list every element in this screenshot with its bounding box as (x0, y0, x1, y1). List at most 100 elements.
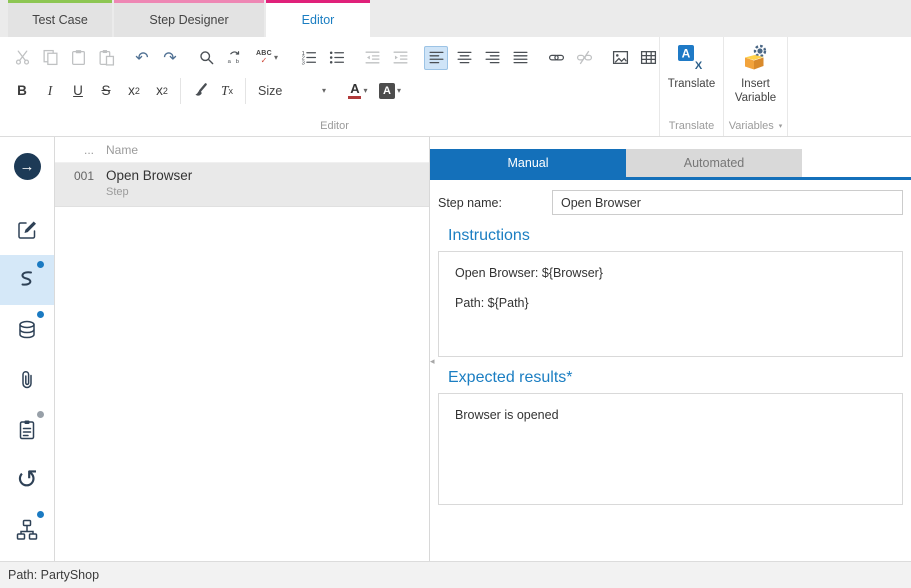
align-center-icon[interactable] (452, 46, 476, 70)
variables-group-label[interactable]: Variables▾ (724, 116, 787, 136)
left-icon-sidebar: → ↺ (0, 137, 55, 561)
sidebar-item-go-to[interactable]: → (0, 141, 54, 191)
sidebar-item-test-data[interactable] (0, 305, 54, 355)
sidebar-item-checklist[interactable] (0, 405, 54, 455)
expected-results-editor[interactable]: Browser is opened (438, 393, 903, 505)
tab-underline (430, 177, 911, 180)
instructions-line: Path: ${Path} (455, 296, 886, 310)
editor-ribbon-group: ↶ ↷ ab ABC✓ ▾ 123 (0, 37, 660, 136)
notification-dot (37, 511, 44, 518)
increase-indent-icon[interactable] (388, 46, 412, 70)
svg-text:A: A (682, 47, 691, 61)
path-text: Path: PartyShop (8, 568, 99, 582)
subscript-icon[interactable]: x2 (122, 79, 146, 103)
tab-test-case[interactable]: Test Case (8, 0, 112, 37)
replace-icon[interactable]: ab (222, 46, 246, 70)
step-name-label: Step name: (438, 196, 552, 210)
separator (245, 78, 246, 104)
translate-group: AX Translate Translate (660, 37, 724, 136)
bold-icon[interactable]: B (10, 79, 34, 103)
paste-icon[interactable] (66, 46, 90, 70)
undo-icon[interactable]: ↶ (130, 46, 154, 70)
steps-list-panel: ... Name 001 Open Browser Step (55, 137, 430, 561)
expected-results-line: Browser is opened (455, 408, 886, 422)
svg-text:b: b (235, 59, 238, 65)
remove-link-icon[interactable] (572, 46, 596, 70)
sidebar-item-edit[interactable] (0, 205, 54, 255)
bullet-list-icon[interactable] (324, 46, 348, 70)
database-icon (15, 318, 39, 342)
insert-link-icon[interactable] (544, 46, 568, 70)
steps-list-header: ... Name (55, 137, 429, 163)
sidebar-item-history[interactable]: ↺ (0, 455, 54, 505)
sidebar-item-test-steps[interactable] (0, 255, 54, 305)
fill-color-icon: A (379, 83, 395, 99)
insert-table-icon[interactable] (636, 46, 660, 70)
test-steps-icon (15, 268, 39, 292)
chevron-down-icon: ▾ (779, 122, 783, 130)
tab-manual[interactable]: Manual (430, 149, 626, 177)
clear-formatting-icon[interactable]: Tx (215, 79, 239, 103)
step-name-row: Step name: (438, 190, 903, 215)
notification-dot (37, 411, 44, 418)
tab-step-designer[interactable]: Step Designer (114, 0, 264, 37)
align-left-icon[interactable] (424, 46, 448, 70)
collapse-panel-handle[interactable]: ◂ (430, 349, 439, 373)
redo-icon[interactable]: ↷ (158, 46, 182, 70)
tab-automated[interactable]: Automated (626, 149, 802, 177)
paste-special-icon[interactable] (94, 46, 118, 70)
superscript-icon[interactable]: x2 (150, 79, 174, 103)
detail-tab-bar: Manual Automated (430, 149, 911, 177)
chevron-down-icon: ▾ (274, 53, 278, 62)
svg-text:a: a (227, 59, 231, 65)
chevron-down-icon: ▾ (322, 86, 326, 95)
paperclip-icon (15, 368, 39, 392)
chevron-down-icon: ▾ (363, 86, 367, 95)
edit-icon (15, 218, 39, 242)
align-right-icon[interactable] (480, 46, 504, 70)
instructions-editor[interactable]: Open Browser: ${Browser} Path: ${Path} (438, 251, 903, 357)
ribbon-row-1: ↶ ↷ ab ABC✓ ▾ 123 (10, 41, 659, 74)
ribbon-empty-area (788, 37, 911, 136)
go-to-arrow-icon: → (14, 153, 41, 180)
search-icon[interactable] (194, 46, 218, 70)
font-color-button[interactable]: A▾ (346, 79, 370, 103)
instructions-heading: Instructions (448, 227, 911, 245)
fill-color-button[interactable]: A▾ (378, 79, 402, 103)
format-painter-icon[interactable] (187, 79, 211, 103)
clipboard-check-icon (15, 418, 39, 442)
align-justify-icon[interactable] (508, 46, 532, 70)
status-bar: Path: PartyShop (0, 561, 911, 588)
svg-text:3: 3 (301, 60, 304, 66)
step-name-text: Open Browser (106, 168, 192, 183)
step-name-input[interactable] (552, 190, 903, 215)
italic-icon[interactable]: I (38, 79, 62, 103)
step-detail-panel: ◂ Manual Automated Step name: Instructio… (430, 137, 911, 561)
font-size-dropdown[interactable]: Size▾ (252, 79, 332, 103)
font-color-icon: A (348, 82, 361, 99)
spellcheck-icon[interactable]: ABC✓ ▾ (250, 46, 284, 70)
application-window: Test Case Step Designer Editor ↶ ↷ ab AB… (0, 0, 911, 588)
copy-icon[interactable] (38, 46, 62, 70)
numbered-list-icon[interactable]: 123 (296, 46, 320, 70)
translate-button[interactable]: AX Translate (668, 41, 716, 92)
column-header-index: ... (55, 143, 100, 157)
notification-dot (37, 261, 44, 268)
sidebar-item-hierarchy[interactable] (0, 505, 54, 555)
strikethrough-icon[interactable]: S (94, 79, 118, 103)
editor-ribbon: ↶ ↷ ab ABC✓ ▾ 123 (0, 37, 911, 137)
history-icon: ↺ (16, 466, 38, 492)
translate-icon: AX (676, 43, 706, 76)
step-list-row[interactable]: 001 Open Browser Step (55, 163, 429, 207)
insert-variable-button[interactable]: Insert Variable (729, 41, 783, 106)
underline-icon[interactable]: U (66, 79, 90, 103)
editor-group-label: Editor (10, 116, 659, 136)
column-header-name: Name (100, 143, 138, 157)
sidebar-item-attachments[interactable] (0, 355, 54, 405)
cut-icon[interactable] (10, 46, 34, 70)
ribbon-row-2: B I U S x2 x2 Tx Size▾ A▾ A▾ (10, 74, 659, 107)
decrease-indent-icon[interactable] (360, 46, 384, 70)
tab-editor[interactable]: Editor (266, 0, 370, 37)
insert-image-icon[interactable] (608, 46, 632, 70)
hierarchy-icon (15, 518, 39, 542)
